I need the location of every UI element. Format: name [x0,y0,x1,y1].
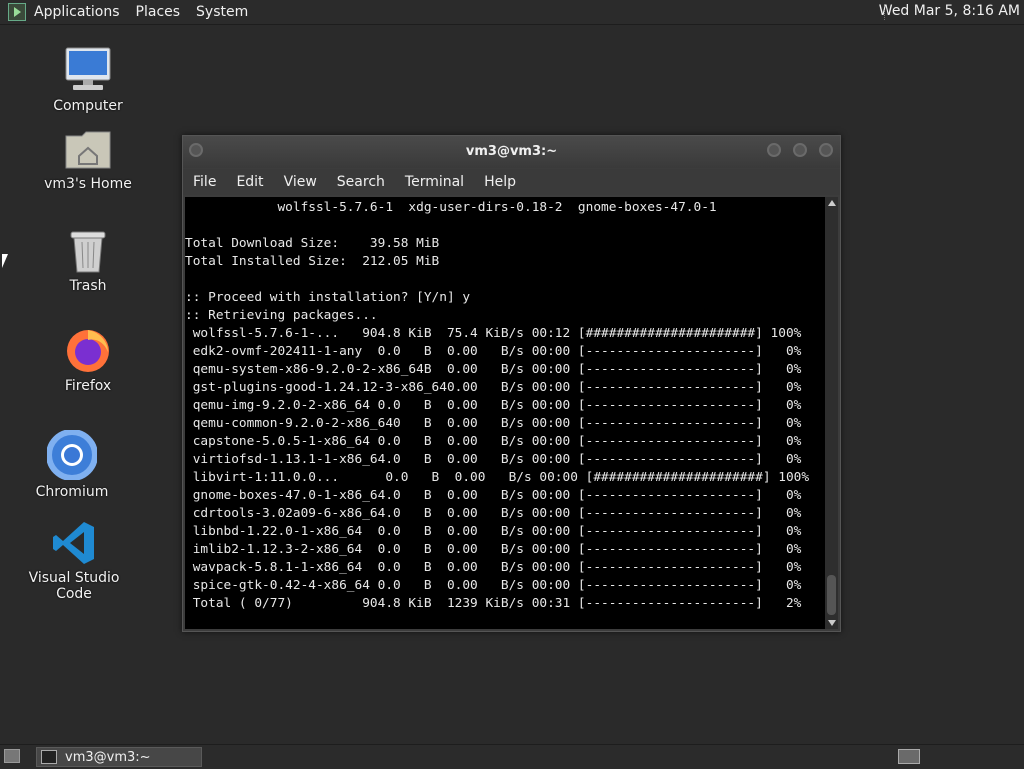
top-panel: Applications Places System Wed Mar 5, 8:… [0,0,1024,25]
terminal-line: qemu-system-x86-9.2.0-2-x86_64B 0.00 B/s… [185,362,802,377]
terminal-line: :: Proceed with installation? [Y/n] y [185,290,471,305]
menu-applications[interactable]: Applications [26,4,128,20]
menu-file[interactable]: File [183,174,226,190]
window-title: vm3@vm3:~ [465,144,558,159]
computer-icon [65,47,111,90]
desktop-icon-label: Chromium [35,484,109,500]
terminal-line: edk2-ovmf-202411-1-any 0.0 B 0.00 B/s 00… [185,344,802,359]
firefox-icon [67,330,109,372]
clock[interactable]: Wed Mar 5, 8:16 AM [879,3,1020,19]
home-folder-icon [65,131,111,169]
trash-icon [70,231,106,273]
terminal-line: wavpack-5.8.1-1-x86_64 0.0 B 0.00 B/s 00… [185,560,802,575]
desktop-icon-label: Trash [69,278,107,294]
terminal-line: Total Download Size: 39.58 MiB [185,236,440,251]
bottom-panel: vm3@vm3:~ [0,744,1024,769]
desktop-icon-chromium[interactable]: Chromium [12,430,132,500]
desktop-icon-computer[interactable]: Computer [28,46,148,114]
desktop-icon-label: Computer [53,98,123,114]
terminal-line: Total ( 0/77) 904.8 KiB 1239 KiB/s 00:31… [185,596,802,611]
desktop-icon-vscode[interactable]: Visual Studio Code [14,520,134,602]
terminal-line: wolfssl-5.7.6-1 xdg-user-dirs-0.18-2 gno… [185,200,717,215]
terminal-line: virtiofsd-1.13.1-1-x86_64.0 B 0.00 B/s 0… [185,452,802,467]
terminal-line: libvirt-1:11.0.0... 0.0 B 0.00 B/s 00:00… [185,470,810,485]
menu-places[interactable]: Places [128,4,189,20]
terminal-line: :: Retrieving packages... [185,308,378,323]
terminal-line: imlib2-1.12.3-2-x86_64 0.0 B 0.00 B/s 00… [185,542,802,557]
terminal-text: wolfssl-5.7.6-1 xdg-user-dirs-0.18-2 gno… [185,197,825,613]
window-titlebar[interactable]: vm3@vm3:~ [183,136,840,168]
minimize-button[interactable] [767,143,781,157]
desktop-icon-label: Firefox [64,378,112,394]
mouse-pointer-icon [2,254,8,268]
terminal-scrollbar[interactable] [825,197,838,629]
chromium-icon [47,430,97,480]
taskbar-item-label: vm3@vm3:~ [65,749,151,765]
applications-menu-icon[interactable] [8,3,26,21]
terminal-menubar: File Edit View Search Terminal Help [183,169,840,195]
terminal-line: cdrtools-3.02a09-6-x86_64.0 B 0.00 B/s 0… [185,506,802,521]
terminal-line: spice-gtk-0.42-4-x86_64 0.0 B 0.00 B/s 0… [185,578,802,593]
terminal-line: qemu-common-9.2.0-2-x86_640 B 0.00 B/s 0… [185,416,802,431]
terminal-line: qemu-img-9.2.0-2-x86_64 0.0 B 0.00 B/s 0… [185,398,802,413]
scroll-down-arrow-icon[interactable] [828,620,836,626]
terminal-line: gst-plugins-good-1.24.12-3-x86_640.00 B/… [185,380,802,395]
terminal-line: Total Installed Size: 212.05 MiB [185,254,440,269]
desktop-icon-firefox[interactable]: Firefox [28,326,148,394]
terminal-line: capstone-5.0.5-1-x86_64 0.0 B 0.00 B/s 0… [185,434,802,449]
desktop-icon-label: vm3's Home [44,176,132,192]
show-desktop-icon[interactable] [4,749,20,763]
menu-help[interactable]: Help [474,174,526,190]
desktop-icon-label: Visual Studio Code [28,570,120,602]
terminal-line: wolfssl-5.7.6-1-... 904.8 KiB 75.4 KiB/s… [185,326,802,341]
vscode-icon [53,522,94,564]
scroll-up-arrow-icon[interactable] [828,200,836,206]
menu-edit[interactable]: Edit [226,174,273,190]
menu-view[interactable]: View [274,174,327,190]
terminal-line: libnbd-1.22.0-1-x86_64 0.0 B 0.00 B/s 00… [185,524,802,539]
terminal-icon [41,750,57,764]
close-button[interactable] [819,143,833,157]
terminal-output[interactable]: wolfssl-5.7.6-1 xdg-user-dirs-0.18-2 gno… [185,197,825,629]
desktop-icon-trash[interactable]: Trash [28,228,148,294]
desktop-icon-home[interactable]: vm3's Home [28,128,148,192]
menu-search[interactable]: Search [327,174,395,190]
terminal-line: gnome-boxes-47.0-1-x86_64.0 B 0.00 B/s 0… [185,488,802,503]
terminal-window[interactable]: vm3@vm3:~ File Edit View Search Terminal… [182,135,841,632]
menu-system[interactable]: System [188,4,256,20]
workspace-switcher[interactable] [898,749,920,764]
taskbar-item-terminal[interactable]: vm3@vm3:~ [36,747,202,767]
scrollbar-thumb[interactable] [827,575,836,615]
maximize-button[interactable] [793,143,807,157]
menu-terminal[interactable]: Terminal [395,174,474,190]
